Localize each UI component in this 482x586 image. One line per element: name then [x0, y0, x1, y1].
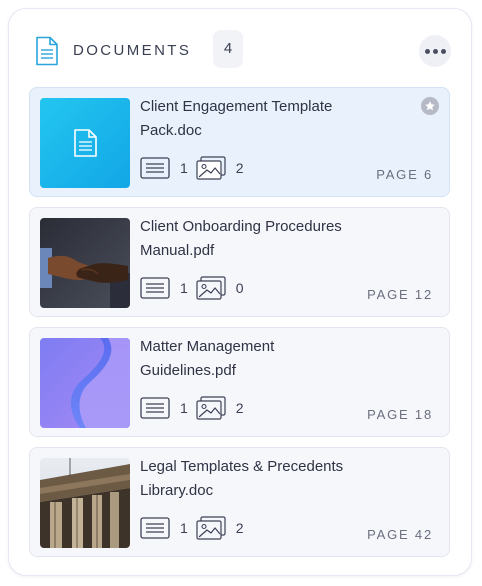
courthouse-columns-photo [40, 458, 130, 548]
page-number: PAGE 42 [367, 527, 433, 542]
images-count: 2 [235, 520, 244, 536]
document-card[interactable]: Legal Templates & Precedents Library.doc… [29, 447, 450, 557]
panel-title: DOCUMENTS [73, 42, 192, 59]
document-card[interactable]: Matter Management Guidelines.pdf 1 2 PAG… [29, 327, 450, 437]
star-icon[interactable] [421, 97, 439, 115]
document-meta: 1 2 [140, 395, 252, 421]
doc-file-thumbnail [40, 98, 130, 188]
document-name: Legal Templates & Precedents Library.doc [140, 455, 410, 503]
document-name: Matter Management Guidelines.pdf [140, 335, 410, 383]
panel-header: DOCUMENTS 4 [9, 9, 471, 89]
document-name-line: Manual.pdf [140, 242, 215, 259]
document-list: Client Engagement Template Pack.doc 1 2 … [29, 87, 450, 567]
more-dot [432, 48, 438, 54]
page-number: PAGE 12 [367, 287, 433, 302]
more-dot [424, 48, 430, 54]
abstract-thumbnail [40, 338, 130, 428]
text-blocks-count: 1 [180, 280, 188, 296]
images-count: 2 [235, 160, 244, 176]
text-blocks-count: 1 [180, 400, 188, 416]
document-icon [36, 36, 58, 66]
text-blocks-icon [140, 277, 170, 299]
document-name-line: Guidelines.pdf [140, 362, 236, 379]
document-name-line: Library.doc [140, 482, 214, 499]
text-blocks-icon [140, 397, 170, 419]
document-name-line: Matter Management [140, 338, 275, 355]
text-blocks-count: 1 [180, 520, 188, 536]
page-number: PAGE 6 [376, 167, 433, 182]
images-icon [196, 276, 226, 300]
purple-abstract-photo [40, 338, 130, 428]
document-meta: 1 2 [140, 515, 252, 541]
more-options-button[interactable] [419, 35, 451, 67]
doc-file-icon [40, 98, 130, 188]
text-blocks-icon [140, 517, 170, 539]
document-card[interactable]: Client Onboarding Procedures Manual.pdf … [29, 207, 450, 317]
text-blocks-count: 1 [180, 160, 188, 176]
document-card[interactable]: Client Engagement Template Pack.doc 1 2 … [29, 87, 450, 197]
text-blocks-icon [140, 157, 170, 179]
images-count: 2 [235, 400, 244, 416]
document-name: Client Engagement Template Pack.doc [140, 95, 410, 143]
document-name-line: Client Engagement Template [140, 98, 333, 115]
more-dot [440, 48, 446, 54]
courthouse-thumbnail [40, 458, 130, 548]
page-number: PAGE 18 [367, 407, 433, 422]
document-count-badge: 4 [213, 30, 243, 68]
images-icon [196, 396, 226, 420]
images-icon [196, 156, 226, 180]
images-count: 0 [235, 280, 244, 296]
handshake-photo [40, 218, 130, 308]
handshake-thumbnail [40, 218, 130, 308]
document-name-line: Legal Templates & Precedents [140, 458, 344, 475]
document-name-line: Pack.doc [140, 122, 202, 139]
document-name: Client Onboarding Procedures Manual.pdf [140, 215, 410, 263]
images-icon [196, 516, 226, 540]
documents-panel: DOCUMENTS 4 Client Engagement Template P… [8, 8, 472, 576]
document-name-line: Client Onboarding Procedures [140, 218, 342, 235]
document-meta: 1 0 [140, 275, 252, 301]
document-meta: 1 2 [140, 155, 252, 181]
